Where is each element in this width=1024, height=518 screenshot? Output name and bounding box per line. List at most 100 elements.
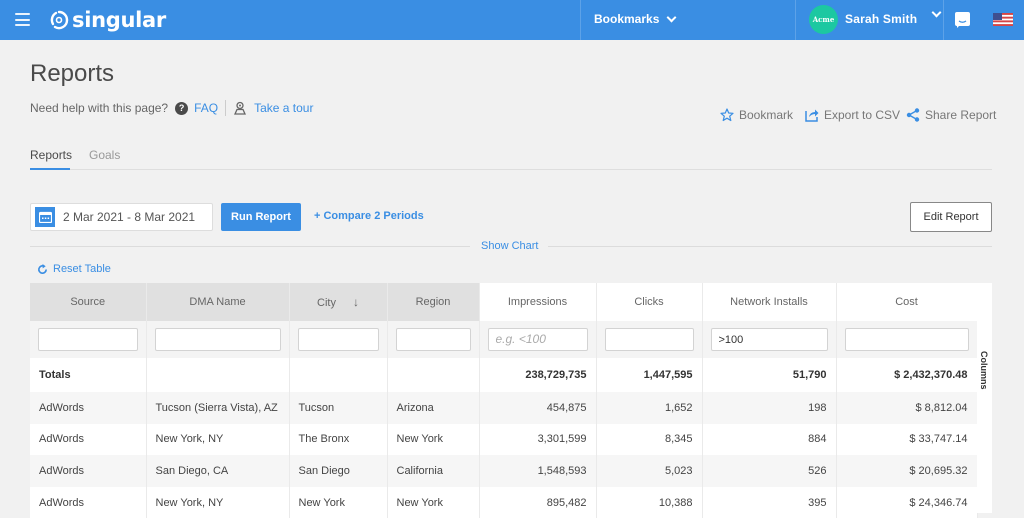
sort-descending-icon[interactable]: ↓	[353, 295, 359, 309]
show-chart-toggle[interactable]: Show Chart	[481, 240, 538, 252]
singular-logo[interactable]: singular	[49, 7, 166, 33]
totals-impressions: 238,729,735	[479, 358, 597, 392]
filter-impressions-input[interactable]	[487, 328, 588, 351]
cell-network-installs: 395	[702, 486, 837, 518]
user-menu-chevron-icon[interactable]	[931, 7, 942, 18]
cell-city: The Bronx	[289, 423, 388, 456]
cell-region: California	[387, 455, 480, 487]
tab-goals[interactable]: Goals	[89, 148, 120, 162]
filter-clicks-input[interactable]	[604, 328, 694, 351]
filter-city-input[interactable]	[297, 328, 379, 351]
reset-table-button[interactable]: Reset Table	[37, 263, 111, 275]
cell-impressions: 454,875	[479, 392, 597, 424]
cell-dma-name: San Diego, CA	[146, 455, 290, 487]
cell-network-installs: 198	[702, 392, 837, 424]
us-flag-icon[interactable]	[993, 13, 1013, 26]
column-header-clicks[interactable]: Clicks	[596, 283, 703, 321]
totals-network-installs: 51,790	[702, 358, 837, 392]
export-csv-button[interactable]: Export to CSV	[805, 108, 900, 122]
cell-source: AdWords	[30, 486, 147, 518]
column-header-cost[interactable]: Cost	[836, 283, 978, 321]
compare-periods-link[interactable]: + Compare 2 Periods	[314, 210, 424, 222]
cell-impressions: 895,482	[479, 486, 597, 518]
cell-impressions: 1,548,593	[479, 455, 597, 487]
cell-source: AdWords	[30, 392, 147, 424]
tour-map-pin-icon	[234, 101, 247, 115]
account-avatar[interactable]: Acme	[809, 5, 838, 34]
nav-divider	[943, 0, 944, 40]
column-header-impressions[interactable]: Impressions	[479, 283, 597, 321]
columns-panel-toggle[interactable]: Columns	[977, 283, 992, 513]
singular-logo-icon	[50, 10, 69, 30]
column-header-network-installs[interactable]: Network Installs	[702, 283, 837, 321]
page-tabs: Reports Goals	[30, 147, 992, 170]
bookmark-label: Bookmark	[739, 108, 794, 122]
bookmarks-dropdown[interactable]: Bookmarks	[594, 12, 677, 26]
report-table: Source DMA Name City ↓ Region Impressions…	[30, 283, 978, 518]
reset-table-label: Reset Table	[53, 263, 111, 275]
cell-region: New York	[387, 486, 480, 518]
top-nav-bar: singular Bookmarks Acme Sarah Smith	[0, 0, 1024, 40]
header-row: Source DMA Name City ↓ Region Impressions…	[30, 283, 978, 321]
chat-icon[interactable]	[955, 12, 970, 28]
brand-name: singular	[72, 8, 166, 32]
table-row: AdWords San Diego, CA San Diego Californ…	[30, 455, 978, 487]
cell-clicks: 1,652	[596, 392, 703, 424]
filter-cost-input[interactable]	[844, 328, 969, 351]
take-a-tour-link[interactable]: Take a tour	[254, 101, 313, 115]
export-icon	[805, 109, 819, 122]
column-header-dma-name[interactable]: DMA Name	[146, 283, 290, 321]
nav-divider	[795, 0, 796, 40]
date-range-value: 2 Mar 2021 - 8 Mar 2021	[63, 210, 196, 224]
bookmarks-label: Bookmarks	[594, 12, 660, 26]
column-header-source[interactable]: Source	[30, 283, 147, 321]
cell-network-installs: 884	[702, 423, 837, 456]
chevron-down-icon	[666, 12, 677, 22]
faq-question-icon: ?	[175, 101, 189, 115]
cell-clicks: 8,345	[596, 423, 703, 456]
run-report-button[interactable]: Run Report	[221, 203, 301, 231]
calendar-icon	[35, 207, 55, 227]
edit-report-button[interactable]: Edit Report	[910, 202, 992, 232]
cell-city: New York	[289, 486, 388, 518]
filter-region-input[interactable]	[395, 328, 471, 351]
table-row: AdWords New York, NY The Bronx New York …	[30, 423, 978, 456]
cell-source: AdWords	[30, 455, 147, 487]
hamburger-menu-icon[interactable]	[15, 13, 30, 26]
faq-link[interactable]: FAQ	[194, 101, 218, 115]
cell-impressions: 3,301,599	[479, 423, 597, 456]
export-label: Export to CSV	[824, 108, 901, 122]
chart-divider-left	[30, 246, 470, 247]
date-range-picker[interactable]: 2 Mar 2021 - 8 Mar 2021	[30, 203, 213, 231]
cell-network-installs: 526	[702, 455, 837, 487]
table-row: AdWords Tucson (Sierra Vista), AZ Tucson…	[30, 392, 978, 424]
filter-row	[30, 321, 978, 358]
cell-clicks: 10,388	[596, 486, 703, 518]
help-line: Need help with this page? ? FAQ Take a t…	[30, 100, 313, 116]
page-title: Reports	[30, 60, 115, 87]
cell-cost: $ 24,346.74	[836, 486, 978, 518]
totals-cost: $ 2,432,370.48	[836, 358, 978, 392]
column-header-city[interactable]: City ↓	[289, 283, 388, 321]
filter-dma-name-input[interactable]	[154, 328, 281, 351]
share-label: Share Report	[925, 108, 997, 122]
filter-source-input[interactable]	[38, 328, 138, 351]
totals-label: Totals	[30, 358, 147, 392]
cell-dma-name: New York, NY	[146, 423, 290, 456]
cell-cost: $ 8,812.04	[836, 392, 978, 424]
cell-city: Tucson	[289, 392, 388, 424]
cell-dma-name: New York, NY	[146, 486, 290, 518]
user-name[interactable]: Sarah Smith	[845, 12, 917, 26]
cell-region: Arizona	[387, 392, 480, 424]
column-header-region[interactable]: Region	[387, 283, 480, 321]
bookmark-button[interactable]: Bookmark	[720, 108, 793, 122]
columns-panel-label: Columns	[979, 351, 989, 390]
tab-reports[interactable]: Reports	[30, 148, 72, 162]
share-report-button[interactable]: Share Report	[906, 108, 996, 122]
active-tab-indicator	[30, 168, 70, 170]
cell-source: AdWords	[30, 423, 147, 456]
cell-region: New York	[387, 423, 480, 456]
cell-clicks: 5,023	[596, 455, 703, 487]
filter-network-installs-input[interactable]	[710, 328, 828, 351]
chart-divider-right	[548, 246, 992, 247]
